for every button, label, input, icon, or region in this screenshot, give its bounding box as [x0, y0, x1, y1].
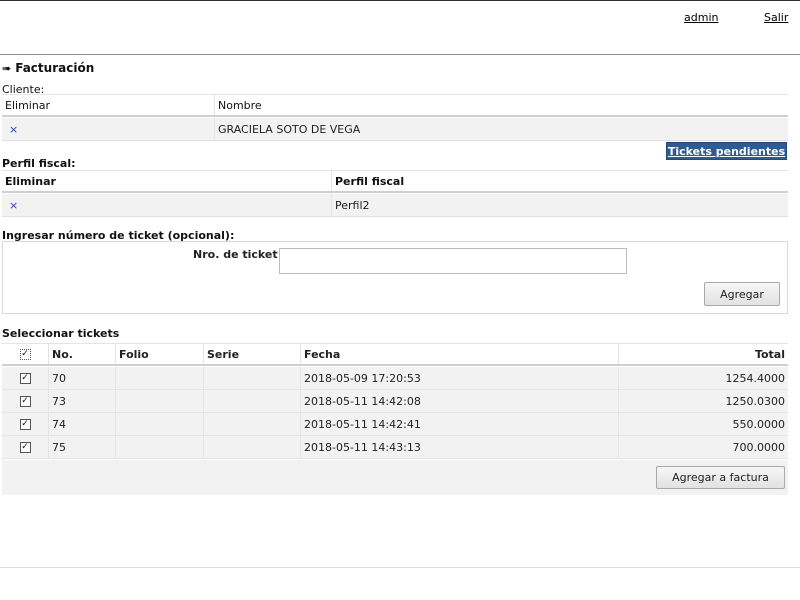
admin-user-link[interactable]: admin: [684, 11, 718, 24]
table-row: ✓ 75 2018-05-11 14:43:13 700.0000: [2, 436, 788, 459]
column-header-eliminar: Eliminar: [5, 98, 51, 112]
column-header-eliminar: Eliminar: [5, 174, 56, 188]
ticket-checkbox[interactable]: ✓: [19, 418, 31, 430]
remove-cliente-icon[interactable]: ×: [5, 123, 18, 136]
column-header-total: Total: [618, 344, 788, 364]
cliente-table: Eliminar Nombre × GRACIELA SOTO DE VEGA: [2, 94, 788, 141]
cliente-nombre: GRACIELA SOTO DE VEGA: [214, 118, 788, 140]
ticket-fecha: 2018-05-09 17:20:53: [300, 367, 618, 389]
column-header-fecha: Fecha: [300, 344, 618, 364]
remove-perfil-icon[interactable]: ×: [5, 199, 18, 212]
ticket-serie: [203, 436, 300, 458]
perfil-value: Perfil2: [331, 194, 788, 216]
agregar-a-factura-button[interactable]: Agregar a factura: [656, 466, 785, 489]
ticket-fecha: 2018-05-11 14:43:13: [300, 436, 618, 458]
tickets-table-header: ✓ No. Folio Serie Fecha Total: [2, 343, 788, 366]
column-header-serie: Serie: [203, 344, 300, 364]
table-row: ✓ 73 2018-05-11 14:42:08 1250.0300: [2, 390, 788, 413]
table-row: × GRACIELA SOTO DE VEGA: [2, 118, 788, 141]
ticket-serie: [203, 367, 300, 389]
ticket-number-input[interactable]: [279, 248, 627, 274]
cliente-table-header: Eliminar Nombre: [2, 94, 788, 117]
ticket-no: 73: [48, 390, 115, 412]
ticket-total: 1254.4000: [618, 367, 788, 389]
perfil-table-header: Eliminar Perfil fiscal: [2, 170, 788, 193]
column-header-perfil-fiscal: Perfil fiscal: [331, 171, 788, 191]
footer-divider: [0, 567, 800, 568]
agregar-button[interactable]: Agregar: [704, 282, 780, 306]
ticket-number-label: Nro. de ticket: [193, 248, 278, 261]
table-row: × Perfil2: [2, 194, 788, 217]
table-row: ✓ 70 2018-05-09 17:20:53 1254.4000: [2, 367, 788, 390]
column-header-nombre: Nombre: [214, 95, 788, 115]
column-header-no: No.: [48, 344, 115, 364]
ticket-total: 1250.0300: [618, 390, 788, 412]
ticket-checkbox[interactable]: ✓: [19, 372, 31, 384]
ticket-checkbox[interactable]: ✓: [19, 395, 31, 407]
arrow-right-icon: ➠: [2, 62, 12, 75]
ticket-no: 74: [48, 413, 115, 435]
select-all-checkbox[interactable]: ✓: [19, 348, 31, 360]
page-title: ➠ Facturación: [2, 61, 94, 75]
ticket-checkbox[interactable]: ✓: [19, 441, 31, 453]
ticket-no: 70: [48, 367, 115, 389]
ticket-folio: [115, 413, 203, 435]
perfil-table: Eliminar Perfil fiscal × Perfil2: [2, 170, 788, 217]
ticket-fecha: 2018-05-11 14:42:08: [300, 390, 618, 412]
ticket-no: 75: [48, 436, 115, 458]
perfil-fiscal-label: Perfil fiscal:: [2, 157, 76, 170]
ticket-folio: [115, 390, 203, 412]
ticket-fecha: 2018-05-11 14:42:41: [300, 413, 618, 435]
logout-link[interactable]: Salir: [764, 11, 788, 24]
ticket-serie: [203, 413, 300, 435]
ticket-folio: [115, 436, 203, 458]
seleccionar-tickets-label: Seleccionar tickets: [2, 327, 120, 340]
ticket-total: 700.0000: [618, 436, 788, 458]
top-bar: admin Salir: [0, 0, 800, 55]
tickets-pendientes-button[interactable]: Tickets pendientes: [666, 142, 787, 160]
ticket-folio: [115, 367, 203, 389]
column-header-folio: Folio: [115, 344, 203, 364]
ticket-total: 550.0000: [618, 413, 788, 435]
ticket-serie: [203, 390, 300, 412]
table-row: ✓ 74 2018-05-11 14:42:41 550.0000: [2, 413, 788, 436]
page-title-text: Facturación: [15, 61, 95, 75]
